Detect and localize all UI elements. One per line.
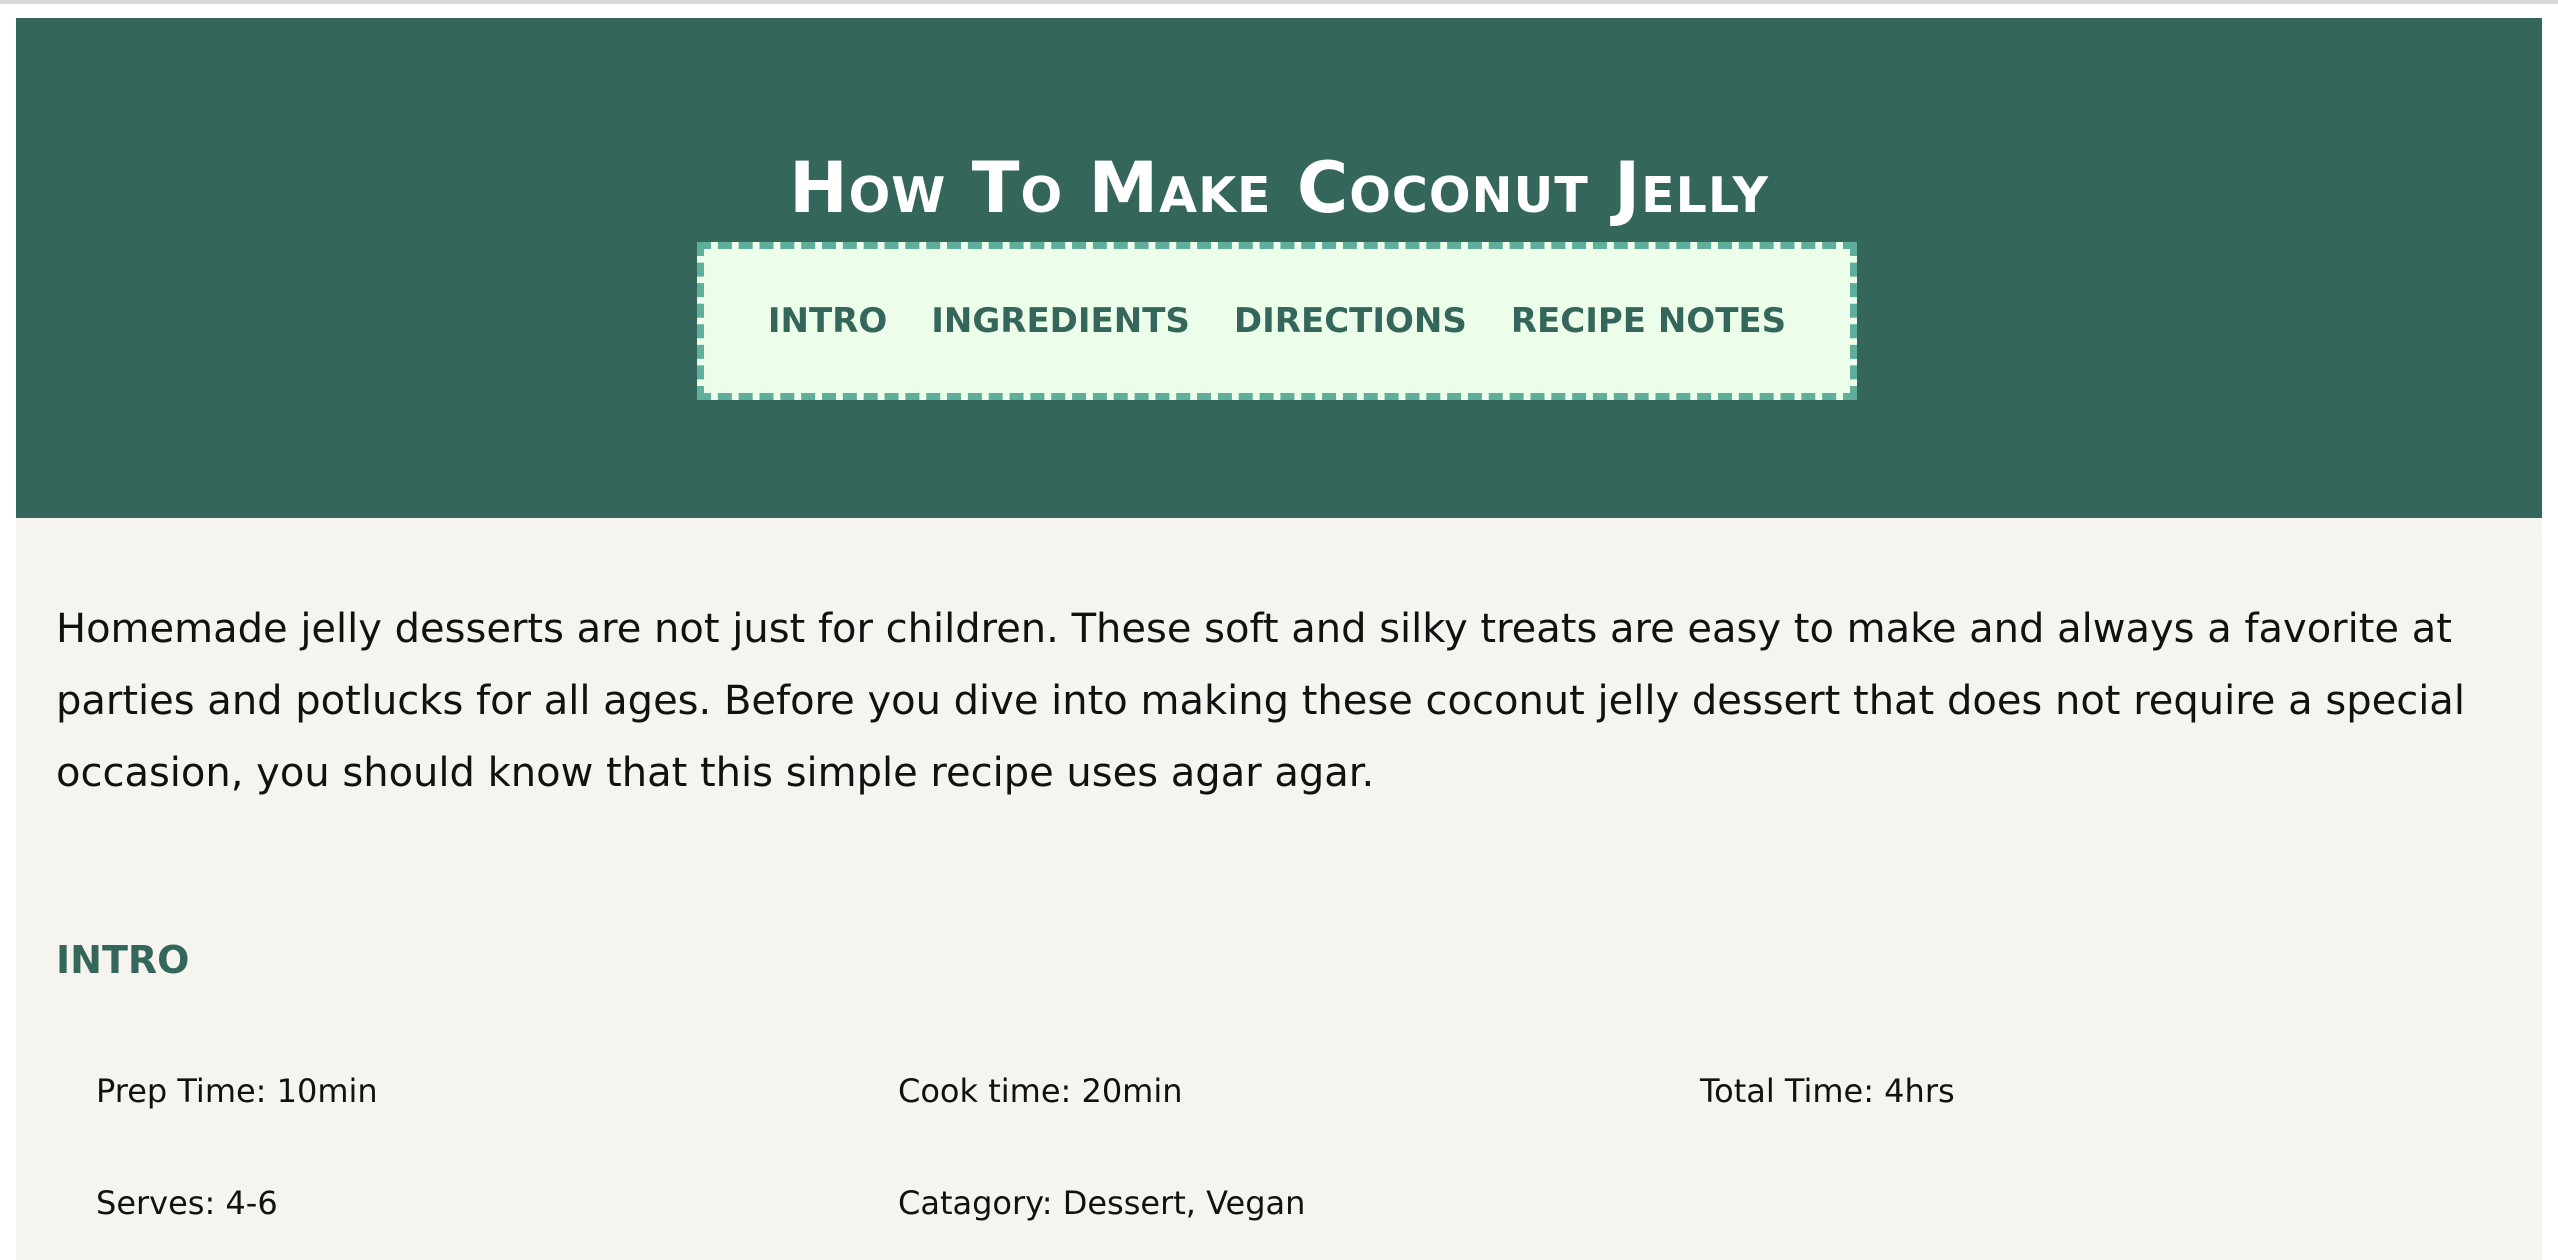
browser-top-border <box>0 0 2558 4</box>
hero-header: How To Make Coconut Jelly INTRO INGREDIE… <box>16 18 2542 518</box>
serves: Serves: 4-6 <box>96 1184 278 1222</box>
total-time: Total Time: 4hrs <box>1700 1072 1955 1110</box>
category: Catagory: Dessert, Vegan <box>898 1184 1306 1222</box>
nav-link-ingredients[interactable]: INGREDIENTS <box>931 301 1190 341</box>
page-title: How To Make Coconut Jelly <box>789 146 1769 229</box>
cook-time: Cook time: 20min <box>898 1072 1183 1110</box>
nav-link-recipe-notes[interactable]: RECIPE NOTES <box>1511 301 1786 341</box>
nav-link-directions[interactable]: DIRECTIONS <box>1234 301 1467 341</box>
nav-link-intro[interactable]: INTRO <box>768 301 887 341</box>
recipe-nav: INTRO INGREDIENTS DIRECTIONS RECIPE NOTE… <box>697 242 1857 400</box>
page: How To Make Coconut Jelly INTRO INGREDIE… <box>16 18 2542 1260</box>
intro-paragraph: Homemade jelly desserts are not just for… <box>56 606 2465 796</box>
section-heading-intro: INTRO <box>56 938 190 982</box>
recipe-details: Prep Time: 10min Cook time: 20min Total … <box>96 1068 2496 1226</box>
prep-time: Prep Time: 10min <box>96 1072 378 1110</box>
